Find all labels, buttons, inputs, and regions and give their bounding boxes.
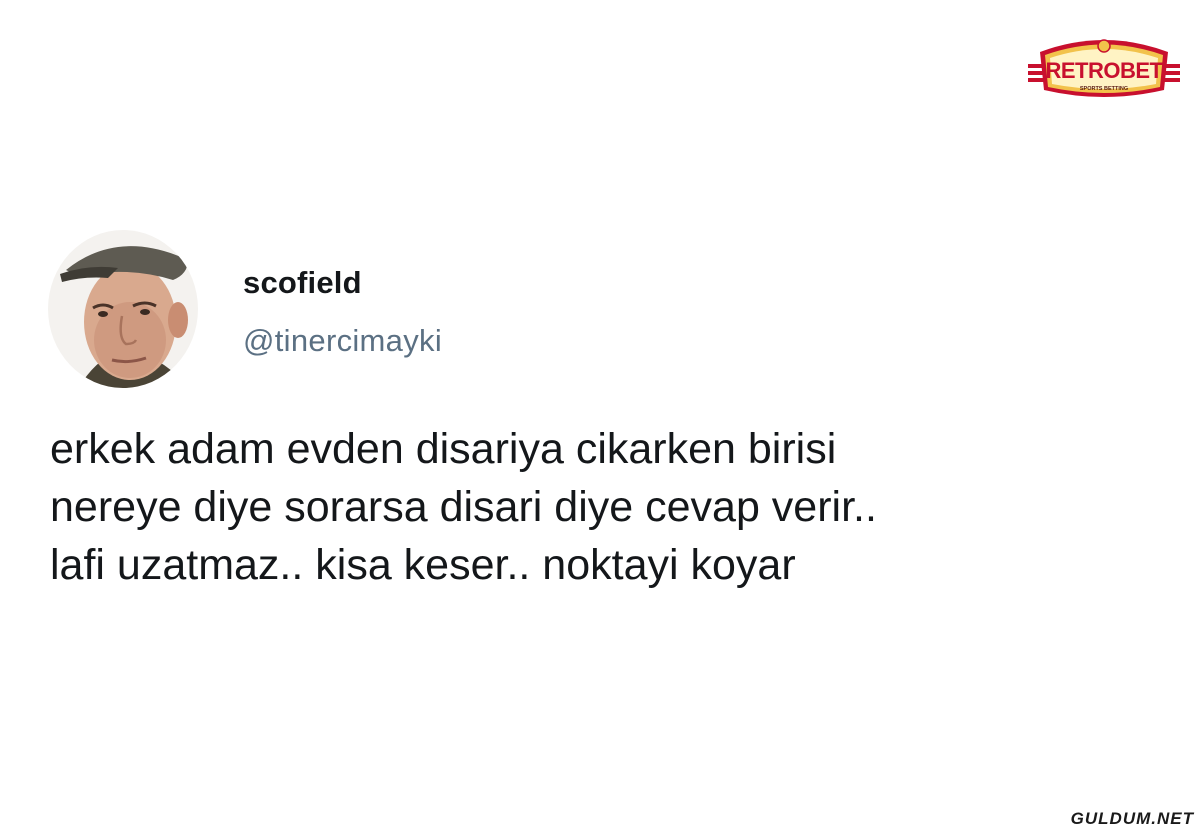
svg-text:RETROBET: RETROBET (1046, 58, 1164, 83)
svg-text:SPORTS BETTING: SPORTS BETTING (1080, 86, 1128, 92)
watermark: GULDUM.NET (1070, 809, 1194, 828)
user-handle[interactable]: @tinercimayki (243, 323, 442, 359)
tweet-line: erkek adam evden disariya cikarken biris… (50, 425, 837, 473)
tweet-text: erkek adam evden disariya cikarken biris… (50, 420, 1160, 594)
avatar[interactable] (48, 230, 198, 388)
display-name[interactable]: scofield (243, 265, 362, 301)
tweet-line: lafi uzatmaz.. kisa keser.. noktayi koya… (50, 541, 796, 589)
retrobet-logo: RETROBET SPORTS BETTING (1028, 34, 1180, 104)
tweet-line: nereye diye sorarsa disari diye cevap ve… (50, 483, 877, 531)
